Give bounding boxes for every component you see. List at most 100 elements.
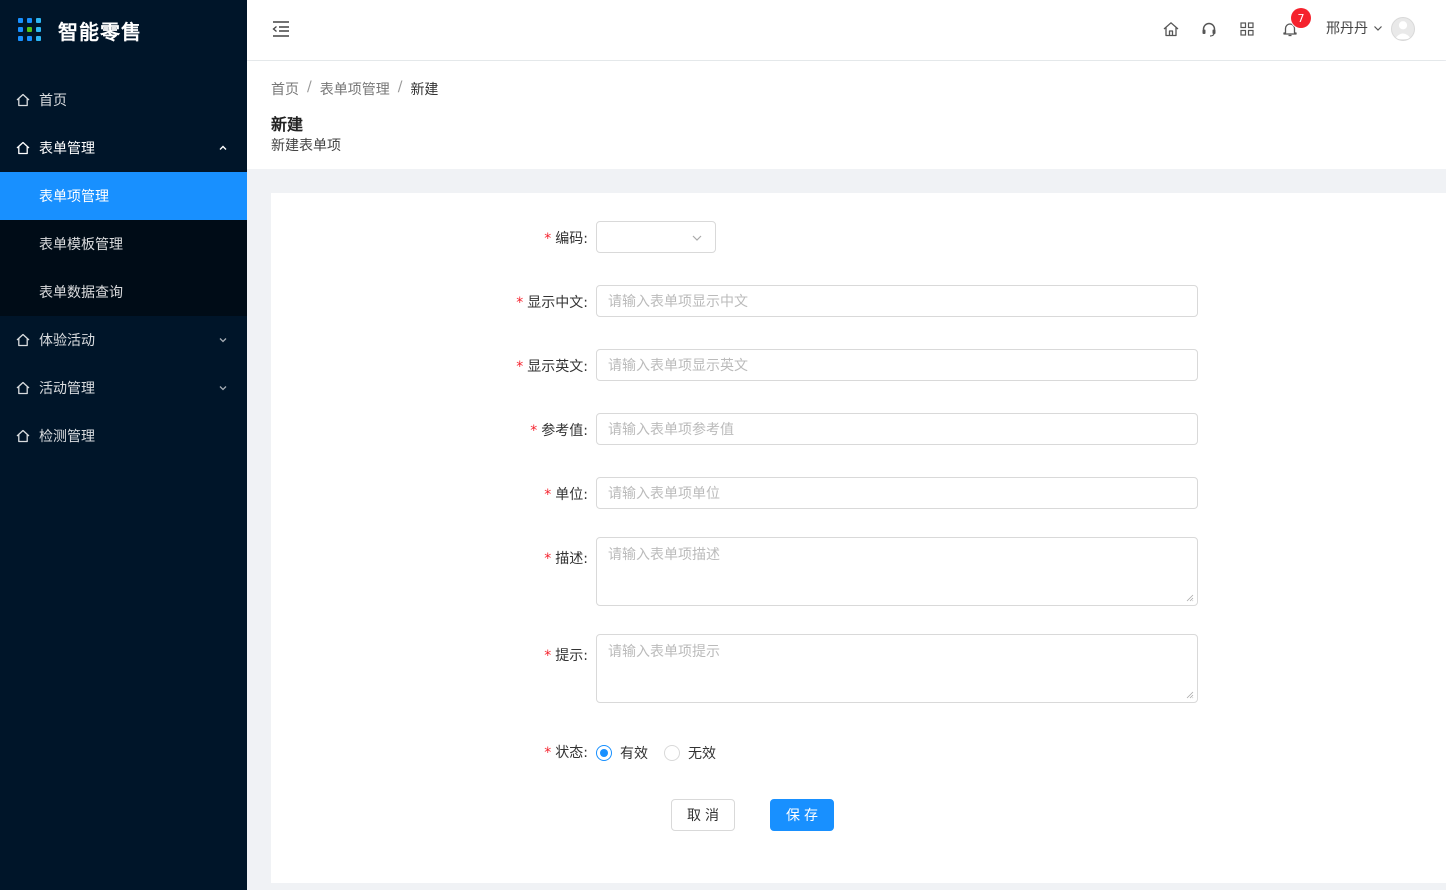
form-row-name-en: * 显示英文: 请输入表单项显示英文 bbox=[271, 349, 1446, 381]
sidebar: 智能零售 首页 表单管理 表单项管理 表单模板管理 表单数据查询 体验活动 活动… bbox=[0, 0, 247, 890]
sidebar-item-label: 首页 bbox=[39, 93, 67, 109]
status-radio-group: 有效 无效 bbox=[596, 743, 732, 763]
name-en-label-text: 显示英文: bbox=[527, 359, 588, 375]
status-radio-valid[interactable]: 有效 bbox=[596, 743, 648, 763]
breadcrumb: 首页 / 表单项管理 / 新建 bbox=[271, 79, 438, 99]
hint-textarea[interactable]: 请输入表单项提示 bbox=[596, 634, 1198, 703]
breadcrumb-separator: / bbox=[307, 79, 312, 95]
code-select[interactable] bbox=[596, 221, 716, 253]
sidebar-item-label: 活动管理 bbox=[39, 381, 95, 397]
username: 邢丹丹 bbox=[1326, 21, 1368, 37]
description-label-text: 描述: bbox=[555, 551, 588, 567]
required-mark: * bbox=[530, 423, 538, 439]
form-row-name-cn: * 显示中文: 请输入表单项显示中文 bbox=[271, 285, 1446, 317]
save-button[interactable]: 保存 bbox=[770, 799, 834, 831]
name-cn-input[interactable]: 请输入表单项显示中文 bbox=[596, 285, 1198, 317]
resize-grip-icon[interactable] bbox=[1186, 691, 1194, 699]
ref-value-input[interactable]: 请输入表单项参考值 bbox=[596, 413, 1198, 445]
code-label: * 编码: bbox=[544, 228, 588, 248]
chevron-down-icon bbox=[217, 382, 229, 394]
breadcrumb-item-current: 新建 bbox=[410, 82, 439, 98]
form-row-description: * 描述: 请输入表单项描述 bbox=[271, 537, 1446, 606]
name-en-input[interactable]: 请输入表单项显示英文 bbox=[596, 349, 1198, 381]
form-row-ref-value: * 参考值: 请输入表单项参考值 bbox=[271, 413, 1446, 445]
notification-badge: 7 bbox=[1291, 8, 1311, 28]
form-row-hint: * 提示: 请输入表单项提示 bbox=[271, 634, 1446, 703]
breadcrumb-item-form-items[interactable]: 表单项管理 bbox=[320, 79, 390, 99]
code-label-text: 编码: bbox=[555, 231, 588, 247]
home-icon bbox=[16, 381, 30, 395]
logo-grid-icon bbox=[18, 18, 42, 42]
chevron-up-icon bbox=[217, 142, 229, 154]
name-cn-label-text: 显示中文: bbox=[527, 295, 588, 311]
required-mark: * bbox=[544, 551, 552, 567]
sidebar-item-form-items[interactable]: 表单项管理 bbox=[0, 172, 247, 220]
hint-label-text: 提示: bbox=[555, 648, 588, 664]
description-textarea[interactable]: 请输入表单项描述 bbox=[596, 537, 1198, 606]
required-mark: * bbox=[516, 359, 524, 375]
cancel-button[interactable]: 取消 bbox=[671, 799, 735, 831]
home-icon bbox=[16, 141, 30, 155]
form-row-code: * 编码: bbox=[271, 221, 1446, 253]
user-menu[interactable]: 邢丹丹 bbox=[1326, 18, 1383, 38]
sidebar-item-form-templates[interactable]: 表单模板管理 bbox=[0, 220, 247, 268]
description-placeholder: 请输入表单项描述 bbox=[608, 547, 720, 563]
page-title: 新建 bbox=[271, 115, 304, 134]
breadcrumb-separator: / bbox=[397, 79, 403, 95]
resize-grip-icon[interactable] bbox=[1186, 594, 1194, 602]
status-label-text: 状态: bbox=[555, 745, 588, 761]
form-row-unit: * 单位: 请输入表单项单位 bbox=[271, 477, 1446, 509]
sidebar-item-form-management[interactable]: 表单管理 bbox=[0, 124, 247, 172]
sidebar-item-form-data-query[interactable]: 表单数据查询 bbox=[0, 268, 247, 316]
form-card: * 编码: * 显示中文: 请输入表单项显示中文 * 显示英文: 请输入表单项显示英文… bbox=[271, 193, 1446, 883]
status-label: * 状态: bbox=[544, 742, 588, 762]
chevron-down-icon bbox=[691, 232, 703, 244]
user-avatar-icon[interactable] bbox=[1391, 17, 1415, 41]
unit-input[interactable]: 请输入表单项单位 bbox=[596, 477, 1198, 509]
home-icon bbox=[16, 333, 30, 347]
chevron-down-icon bbox=[217, 334, 229, 346]
required-mark: * bbox=[544, 231, 552, 247]
name-cn-label: * 显示中文: bbox=[516, 292, 588, 312]
sidebar-item-experience-activity[interactable]: 体验活动 bbox=[0, 316, 247, 364]
home-icon bbox=[16, 429, 30, 443]
chevron-down-icon bbox=[1373, 23, 1383, 33]
required-mark: * bbox=[544, 487, 552, 503]
ref-value-label-text: 参考值: bbox=[541, 423, 588, 439]
description-label: * 描述: bbox=[544, 548, 588, 568]
app-title: 智能零售 bbox=[58, 19, 142, 44]
unit-label-text: 单位: bbox=[555, 487, 588, 503]
form-row-status: * 状态: 有效 无效 bbox=[271, 740, 1446, 764]
unit-label: * 单位: bbox=[544, 484, 588, 504]
sidebar-item-label: 检测管理 bbox=[39, 429, 95, 445]
breadcrumb-item-home[interactable]: 首页 bbox=[271, 79, 299, 99]
headset-icon[interactable] bbox=[1200, 20, 1218, 38]
required-mark: * bbox=[516, 295, 524, 311]
sidebar-item-inspection-management[interactable]: 检测管理 bbox=[0, 412, 247, 460]
home-icon[interactable] bbox=[1162, 20, 1180, 38]
status-option-label: 无效 bbox=[688, 746, 716, 762]
hint-placeholder: 请输入表单项提示 bbox=[608, 644, 720, 660]
form-management-submenu: 表单项管理 表单模板管理 表单数据查询 bbox=[0, 172, 247, 316]
name-en-label: * 显示英文: bbox=[516, 356, 588, 376]
sidebar-menu: 首页 表单管理 表单项管理 表单模板管理 表单数据查询 体验活动 活动管理 检测… bbox=[0, 76, 247, 460]
hint-label: * 提示: bbox=[544, 645, 588, 665]
apps-icon[interactable] bbox=[1238, 20, 1256, 38]
radio-unchecked-icon bbox=[664, 745, 680, 761]
status-option-label: 有效 bbox=[620, 746, 648, 762]
sidebar-item-label: 体验活动 bbox=[39, 333, 95, 349]
page-subtitle: 新建表单项 bbox=[271, 138, 341, 154]
top-header: 7 邢丹丹 bbox=[247, 0, 1446, 60]
radio-checked-icon bbox=[596, 745, 612, 761]
required-mark: * bbox=[544, 745, 552, 761]
home-icon bbox=[16, 93, 30, 107]
required-mark: * bbox=[544, 648, 552, 664]
ref-value-label: * 参考值: bbox=[530, 420, 588, 440]
sidebar-item-label: 表单管理 bbox=[39, 141, 95, 157]
logo[interactable]: 智能零售 bbox=[0, 0, 247, 60]
menu-fold-icon[interactable] bbox=[271, 20, 291, 38]
status-radio-invalid[interactable]: 无效 bbox=[664, 743, 716, 763]
page-header: 首页 / 表单项管理 / 新建 新建 新建表单项 bbox=[247, 61, 1446, 169]
sidebar-item-activity-management[interactable]: 活动管理 bbox=[0, 364, 247, 412]
sidebar-item-home[interactable]: 首页 bbox=[0, 76, 247, 124]
